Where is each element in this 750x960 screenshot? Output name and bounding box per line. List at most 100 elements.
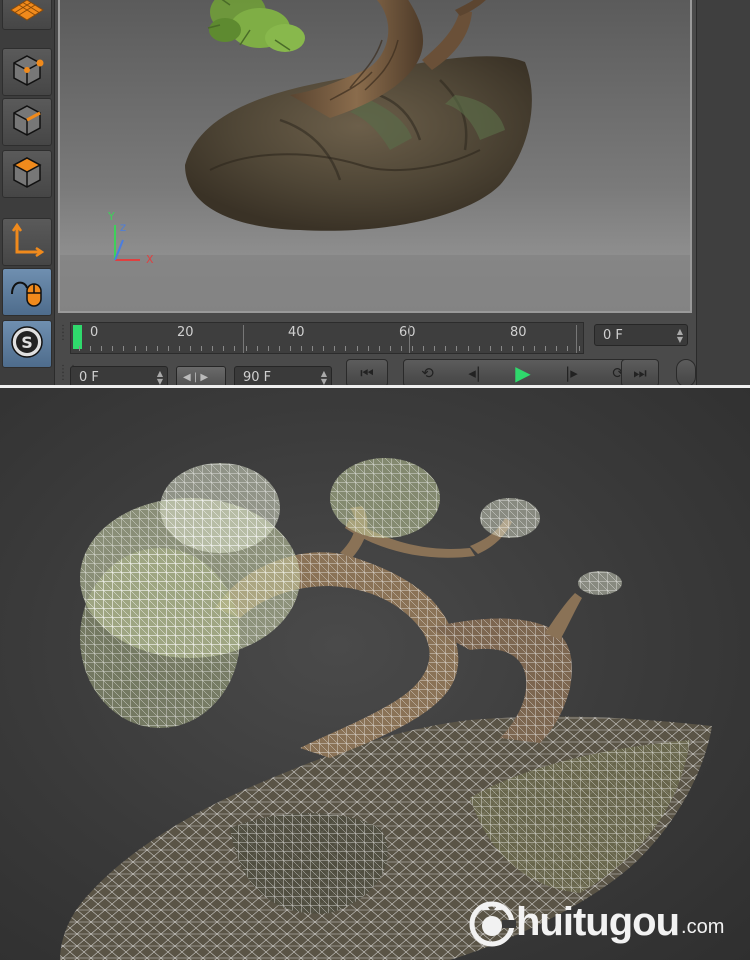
tool-points-mode[interactable] — [2, 48, 52, 96]
tweak-mouse-icon — [9, 272, 45, 312]
ruler-minor-tick — [545, 346, 547, 351]
watermark-brand: huitugou — [516, 899, 680, 944]
ruler-minor-tick — [556, 346, 558, 351]
snap-icon: S — [9, 324, 45, 364]
ruler-minor-tick — [578, 346, 580, 351]
ruler-minor-tick — [500, 346, 502, 351]
ruler-minor-tick — [456, 346, 458, 351]
prev-key-icon[interactable]: ⟲ — [421, 364, 434, 382]
points-mode-icon — [9, 52, 45, 92]
spinner-arrows-icon[interactable]: ▲ ▼ — [321, 370, 327, 386]
range-arrows-icon: ◀ | ▶ — [183, 372, 209, 383]
current-frame-value: 0 F — [603, 328, 623, 343]
ruler-minor-tick — [167, 346, 169, 351]
ruler-major-tick — [409, 325, 410, 353]
ruler-minor-tick — [112, 346, 114, 351]
bonsai-model-render — [60, 0, 690, 311]
axis-gizmo — [114, 225, 140, 261]
ruler-minor-tick — [101, 346, 103, 351]
end-frame-field[interactable]: 90 F ▲ ▼ — [234, 366, 332, 385]
ruler-label: 20 — [177, 325, 194, 340]
watermark-suffix: .com — [681, 915, 725, 938]
ruler-minor-tick — [156, 346, 158, 351]
ruler-minor-tick — [445, 346, 447, 351]
ruler-label: 0 — [90, 325, 99, 340]
right-side-panel — [696, 0, 750, 385]
ruler-minor-tick — [378, 346, 380, 351]
3d-viewport[interactable]: Y Z X — [58, 0, 692, 313]
ruler-minor-tick — [345, 346, 347, 351]
ruler-minor-tick — [256, 346, 258, 351]
ruler-minor-tick — [489, 346, 491, 351]
ruler-minor-tick — [567, 346, 569, 351]
watermark: huitugou .com — [470, 898, 724, 946]
ruler-minor-tick — [389, 346, 391, 351]
ruler-minor-tick — [267, 346, 269, 351]
wireframe-render-view: huitugou .com — [0, 388, 750, 960]
ruler-minor-tick — [145, 346, 147, 351]
ruler-major-tick — [243, 325, 244, 353]
range-scroll-control[interactable]: ◀ | ▶ — [176, 366, 226, 385]
timeline-ruler[interactable]: 0 20 40 60 80 — [70, 322, 584, 354]
ruler-minor-tick — [467, 346, 469, 351]
axis-y-label: Y — [108, 210, 115, 223]
playback-controls-group: ⟲ ◂| ▶ |▸ ⟳ — [403, 359, 643, 385]
ruler-minor-tick — [190, 346, 191, 351]
ruler-minor-tick — [534, 346, 536, 351]
ruler-minor-tick — [356, 346, 358, 351]
ruler-minor-tick — [289, 346, 291, 351]
record-button-partial[interactable] — [676, 359, 696, 385]
spinner-arrows-icon[interactable]: ▲ ▼ — [677, 328, 683, 344]
current-frame-field[interactable]: 0 F ▲ ▼ — [594, 324, 688, 346]
ruler-minor-tick — [323, 346, 325, 351]
ruler-minor-tick — [412, 346, 413, 351]
ruler-minor-tick — [90, 346, 92, 351]
polygons-mode-icon — [9, 154, 45, 194]
ruler-minor-tick — [234, 346, 236, 351]
ruler-minor-tick — [212, 346, 214, 351]
ruler-minor-tick — [301, 346, 302, 351]
ruler-minor-tick — [312, 346, 314, 351]
step-forward-icon[interactable]: |▸ — [565, 364, 578, 382]
ruler-minor-tick — [434, 346, 436, 351]
tool-snap[interactable]: S — [2, 320, 52, 368]
3d-application-window: S Y Z X ⋮⋮ ⋮⋮ 0 20 40 60 80 0 F ▲ ▼ ⋮⋮ ⋮… — [0, 0, 750, 385]
axis-x-label: X — [146, 253, 154, 266]
play-icon[interactable]: ▶ — [515, 361, 530, 385]
ruler-minor-tick — [178, 346, 180, 351]
ruler-label: 40 — [288, 325, 305, 340]
end-frame-value: 90 F — [243, 370, 272, 385]
ruler-minor-tick — [400, 346, 402, 351]
left-mode-toolbar: S — [0, 0, 55, 385]
ruler-minor-tick — [201, 346, 203, 351]
step-back-icon[interactable]: ◂| — [468, 364, 481, 382]
go-to-start-button[interactable]: ⏮ — [346, 359, 388, 385]
ruler-minor-tick — [245, 346, 247, 351]
playhead-marker[interactable] — [73, 325, 82, 349]
tool-workplane[interactable] — [2, 0, 52, 30]
ruler-minor-tick — [523, 346, 524, 351]
timeline-panel: ⋮⋮ ⋮⋮ 0 20 40 60 80 0 F ▲ ▼ ⋮⋮ ⋮⋮ 0 F ▲ ▼ ◀ … — [58, 318, 696, 385]
grid-plane-icon — [9, 0, 45, 26]
ruler-minor-tick — [79, 346, 80, 351]
tool-axis-mode[interactable] — [2, 218, 52, 266]
ruler-label: 60 — [399, 325, 416, 340]
bonsai-wireframe-image — [60, 458, 712, 960]
ruler-minor-tick — [367, 346, 369, 351]
tool-tweak-mode[interactable] — [2, 268, 52, 316]
tool-polygons-mode[interactable] — [2, 150, 52, 198]
start-frame-value: 0 F — [79, 370, 99, 385]
spinner-arrows-icon[interactable]: ▲ ▼ — [157, 370, 163, 386]
ruler-minor-tick — [478, 346, 480, 351]
edges-mode-icon — [9, 102, 45, 142]
ruler-minor-tick — [278, 346, 280, 351]
axis-mode-icon — [9, 222, 45, 262]
go-to-start-icon: ⏮ — [360, 364, 374, 382]
ruler-minor-tick — [334, 346, 336, 351]
tool-edges-mode[interactable] — [2, 98, 52, 146]
start-frame-field[interactable]: 0 F ▲ ▼ — [70, 366, 168, 385]
go-to-end-button[interactable]: ⏭ — [621, 359, 659, 385]
ruler-minor-tick — [511, 346, 513, 351]
ruler-major-tick — [576, 325, 577, 353]
svg-text:S: S — [21, 333, 33, 352]
